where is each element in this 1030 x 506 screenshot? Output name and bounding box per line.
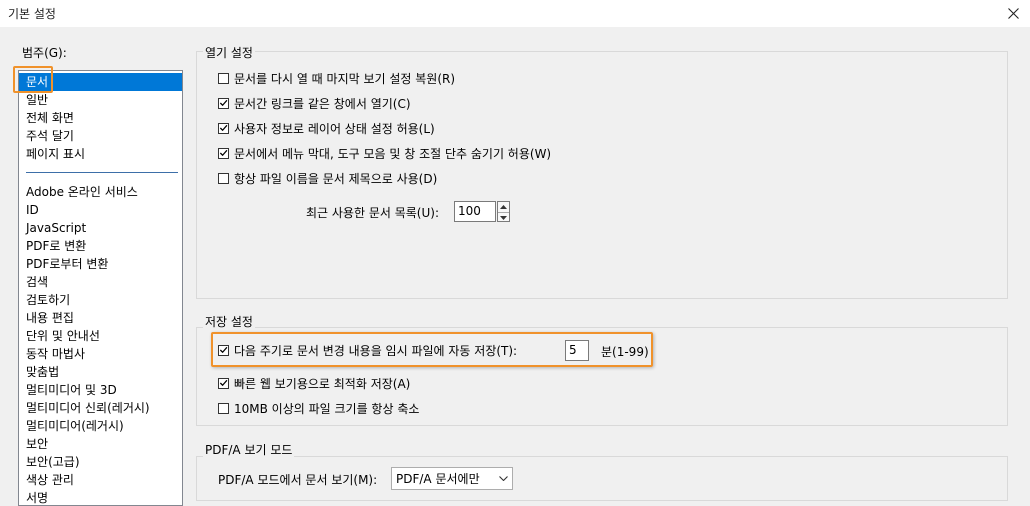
- highlight-box-autosave: [211, 332, 653, 367]
- recent-docs-input[interactable]: 100: [454, 201, 496, 222]
- option-label: 문서에서 메뉴 막대, 도구 모음 및 창 조절 단추 숨기기 허용(W): [234, 146, 552, 161]
- highlight-box-documents: [13, 66, 53, 93]
- checkbox[interactable]: [218, 147, 229, 159]
- option-restore-view[interactable]: 문서를 다시 열 때 마지막 보기 설정 복원(R): [218, 70, 455, 86]
- pdfa-mode-label: PDF/A 모드에서 문서 보기(M):: [218, 473, 378, 487]
- sidebar-item-color-management[interactable]: 색상 관리: [19, 471, 182, 489]
- check-icon: [219, 99, 228, 107]
- checkbox[interactable]: [218, 377, 229, 389]
- option-label: 빠른 웹 보기용으로 최적화 저장(A): [234, 376, 411, 391]
- sidebar-item-id[interactable]: ID: [19, 201, 182, 219]
- sidebar-item-adobe-online[interactable]: Adobe 온라인 서비스: [19, 183, 182, 201]
- option-label: 항상 파일 이름을 문서 제목으로 사용(D): [234, 171, 438, 186]
- sidebar-item-security-advanced[interactable]: 보안(고급): [19, 453, 182, 471]
- option-label: 10MB 이상의 파일 크기를 항상 축소: [234, 401, 420, 416]
- sidebar-item-units-guides[interactable]: 단위 및 안내선: [19, 327, 182, 345]
- sidebar-item-search[interactable]: 검색: [19, 273, 182, 291]
- arrow-down-icon: [500, 216, 507, 220]
- option-label: 사용자 정보로 레이어 상태 설정 허용(L): [234, 121, 435, 136]
- pdfa-title: PDF/A 보기 모드: [203, 441, 295, 458]
- checkbox[interactable]: [218, 402, 229, 414]
- sidebar-item-javascript[interactable]: JavaScript: [19, 219, 182, 237]
- pdfa-mode-value: PDF/A 문서에만: [396, 472, 480, 486]
- sidebar-item-full-screen[interactable]: 전체 화면: [19, 109, 182, 127]
- category-list[interactable]: 문서 일반 전체 화면 주석 달기 페이지 표시 Adobe 온라인 서비스 I…: [18, 70, 183, 506]
- sidebar-divider: [26, 172, 178, 173]
- option-hide-menu-bar[interactable]: 문서에서 메뉴 막대, 도구 모음 및 창 조절 단추 숨기기 허용(W): [218, 145, 551, 161]
- sidebar-item-convert-to-pdf[interactable]: PDF로 변환: [19, 237, 182, 255]
- option-filename-as-title[interactable]: 항상 파일 이름을 문서 제목으로 사용(D): [218, 170, 437, 186]
- option-label: 문서간 링크를 같은 창에서 열기(C): [234, 96, 411, 111]
- sidebar-item-multimedia-legacy[interactable]: 멀티미디어(레거시): [19, 417, 182, 435]
- option-label: 문서를 다시 열 때 마지막 보기 설정 복원(R): [234, 71, 456, 86]
- checkbox[interactable]: [218, 172, 229, 184]
- checkbox[interactable]: [218, 72, 229, 84]
- pdfa-mode-select[interactable]: PDF/A 문서에만: [391, 467, 513, 490]
- option-layer-state[interactable]: 사용자 정보로 레이어 상태 설정 허용(L): [218, 120, 435, 136]
- stepper-up-button[interactable]: [498, 202, 509, 212]
- sidebar-item-convert-from-pdf[interactable]: PDF로부터 변환: [19, 255, 182, 273]
- title-bar: 기본 설정: [0, 0, 1030, 27]
- open-settings-title: 열기 설정: [203, 44, 255, 61]
- checkbox[interactable]: [218, 97, 229, 109]
- close-button[interactable]: [996, 0, 1030, 27]
- check-icon: [219, 124, 228, 132]
- check-icon: [219, 379, 228, 387]
- sidebar-item-page-display[interactable]: 페이지 표시: [19, 145, 182, 163]
- arrow-up-icon: [500, 205, 507, 209]
- sidebar-item-signatures[interactable]: 서명: [19, 489, 182, 505]
- save-settings-title: 저장 설정: [203, 313, 255, 330]
- option-open-links-same-window[interactable]: 문서간 링크를 같은 창에서 열기(C): [218, 95, 411, 111]
- sidebar-item-content-editing[interactable]: 내용 편집: [19, 309, 182, 327]
- window-title: 기본 설정: [8, 7, 56, 21]
- check-icon: [219, 149, 228, 157]
- chevron-down-icon: [494, 468, 512, 489]
- sidebar-item-review[interactable]: 검토하기: [19, 291, 182, 309]
- sidebar-item-commenting[interactable]: 주석 달기: [19, 127, 182, 145]
- close-icon: [1007, 8, 1019, 19]
- option-fast-web-view[interactable]: 빠른 웹 보기용으로 최적화 저장(A): [218, 375, 410, 391]
- checkbox[interactable]: [218, 122, 229, 134]
- sidebar-item-general[interactable]: 일반: [19, 91, 182, 109]
- recent-docs-stepper[interactable]: [497, 201, 510, 222]
- option-shrink-large-files[interactable]: 10MB 이상의 파일 크기를 항상 축소: [218, 400, 419, 416]
- stepper-down-button[interactable]: [498, 212, 509, 223]
- recent-docs-label: 최근 사용한 문서 목록(U):: [306, 206, 439, 220]
- sidebar-item-multimedia-trust[interactable]: 멀티미디어 신뢰(레거시): [19, 399, 182, 417]
- category-label: 범주(G):: [22, 46, 67, 60]
- sidebar-item-spelling[interactable]: 맞춤법: [19, 363, 182, 381]
- sidebar-item-action-wizard[interactable]: 동작 마법사: [19, 345, 182, 363]
- sidebar-item-security[interactable]: 보안: [19, 435, 182, 453]
- sidebar-item-multimedia-3d[interactable]: 멀티미디어 및 3D: [19, 381, 182, 399]
